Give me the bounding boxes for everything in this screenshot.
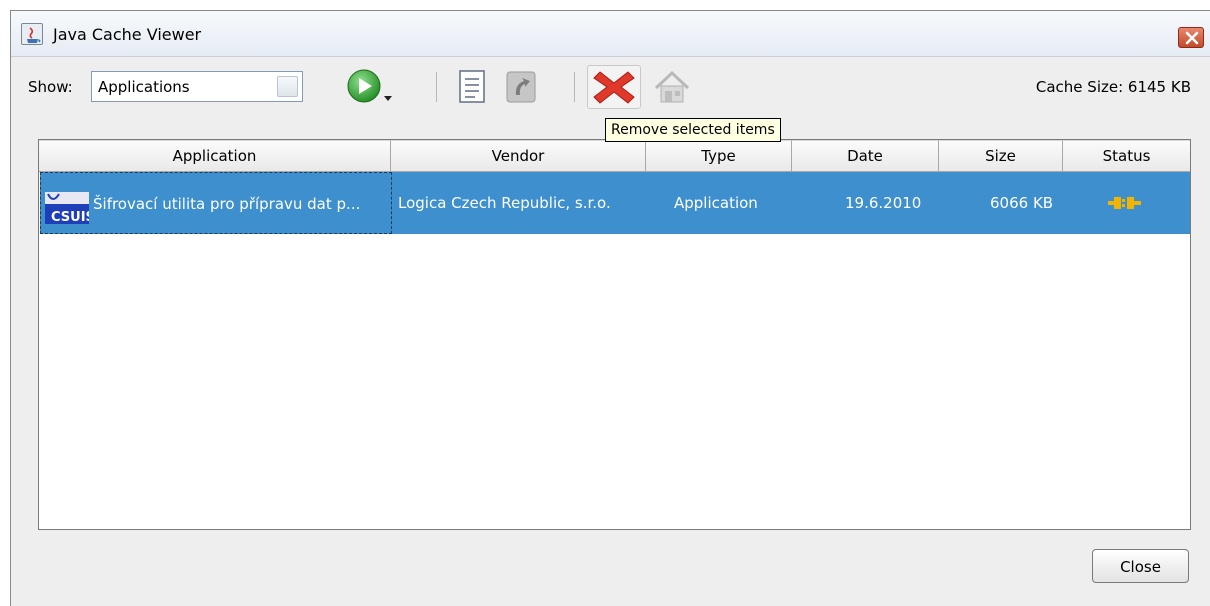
cell-date: 19.6.2010 <box>845 194 922 212</box>
title-bar: Java Cache Viewer <box>11 11 1210 57</box>
column-header-size[interactable]: Size <box>939 140 1063 172</box>
details-icon <box>459 70 485 103</box>
home-icon <box>654 70 690 103</box>
connection-plug-icon <box>1108 197 1141 209</box>
install-shortcut-button[interactable] <box>503 68 539 106</box>
show-label: Show: <box>28 78 73 96</box>
run-icon <box>347 69 392 103</box>
install-shortcut-icon <box>506 71 536 103</box>
application-name: Šifrovací utilita pro přípravu dat p... <box>93 195 361 213</box>
toolbar-separator <box>436 72 437 102</box>
java-cache-viewer-window: Java Cache Viewer Show: Applications Cac… <box>10 10 1210 606</box>
table-header: Application Vendor Type Date Size Status <box>39 140 1190 172</box>
close-button[interactable]: Close <box>1092 549 1189 583</box>
column-header-status[interactable]: Status <box>1063 140 1190 172</box>
window-close-button[interactable] <box>1178 27 1204 48</box>
cell-status <box>1064 172 1190 234</box>
cell-size: 6066 KB <box>990 194 1054 212</box>
combobox-dropdown-button[interactable] <box>277 76 298 97</box>
column-header-application[interactable]: Application <box>39 140 391 172</box>
run-button[interactable] <box>344 68 394 106</box>
cache-size-value: 6145 KB <box>1127 78 1191 96</box>
cell-vendor: Logica Czech Republic, s.r.o. <box>398 194 611 212</box>
remove-icon <box>593 71 635 104</box>
show-filter-value: Applications <box>98 78 190 96</box>
home-button[interactable] <box>651 68 693 106</box>
window-title: Java Cache Viewer <box>53 25 202 44</box>
show-details-button[interactable] <box>454 68 490 106</box>
cache-table: Application Vendor Type Date Size Status… <box>38 139 1191 530</box>
show-filter-combobox[interactable]: Applications <box>91 71 303 102</box>
column-header-vendor[interactable]: Vendor <box>391 140 646 172</box>
column-header-date[interactable]: Date <box>792 140 939 172</box>
application-logo-text: CSUIS <box>51 210 89 224</box>
cell-application[interactable]: CSUIS Šifrovací utilita pro přípravu dat… <box>40 172 392 234</box>
close-icon <box>1185 31 1199 45</box>
cell-type: Application <box>674 194 758 212</box>
cache-size-readout: Cache Size: 6145 KB <box>1036 78 1191 96</box>
cache-size-label: Cache Size: <box>1035 78 1124 96</box>
remove-button[interactable] <box>587 65 641 109</box>
column-header-type[interactable]: Type <box>646 140 792 172</box>
toolbar-separator <box>574 72 575 102</box>
toolbar: Show: Applications Cache Size: 6145 KB <box>11 58 1210 116</box>
remove-tooltip: Remove selected items <box>605 118 781 142</box>
table-row[interactable]: CSUIS Šifrovací utilita pro přípravu dat… <box>40 172 1190 234</box>
application-logo: CSUIS <box>45 188 95 225</box>
java-app-icon <box>21 23 43 45</box>
